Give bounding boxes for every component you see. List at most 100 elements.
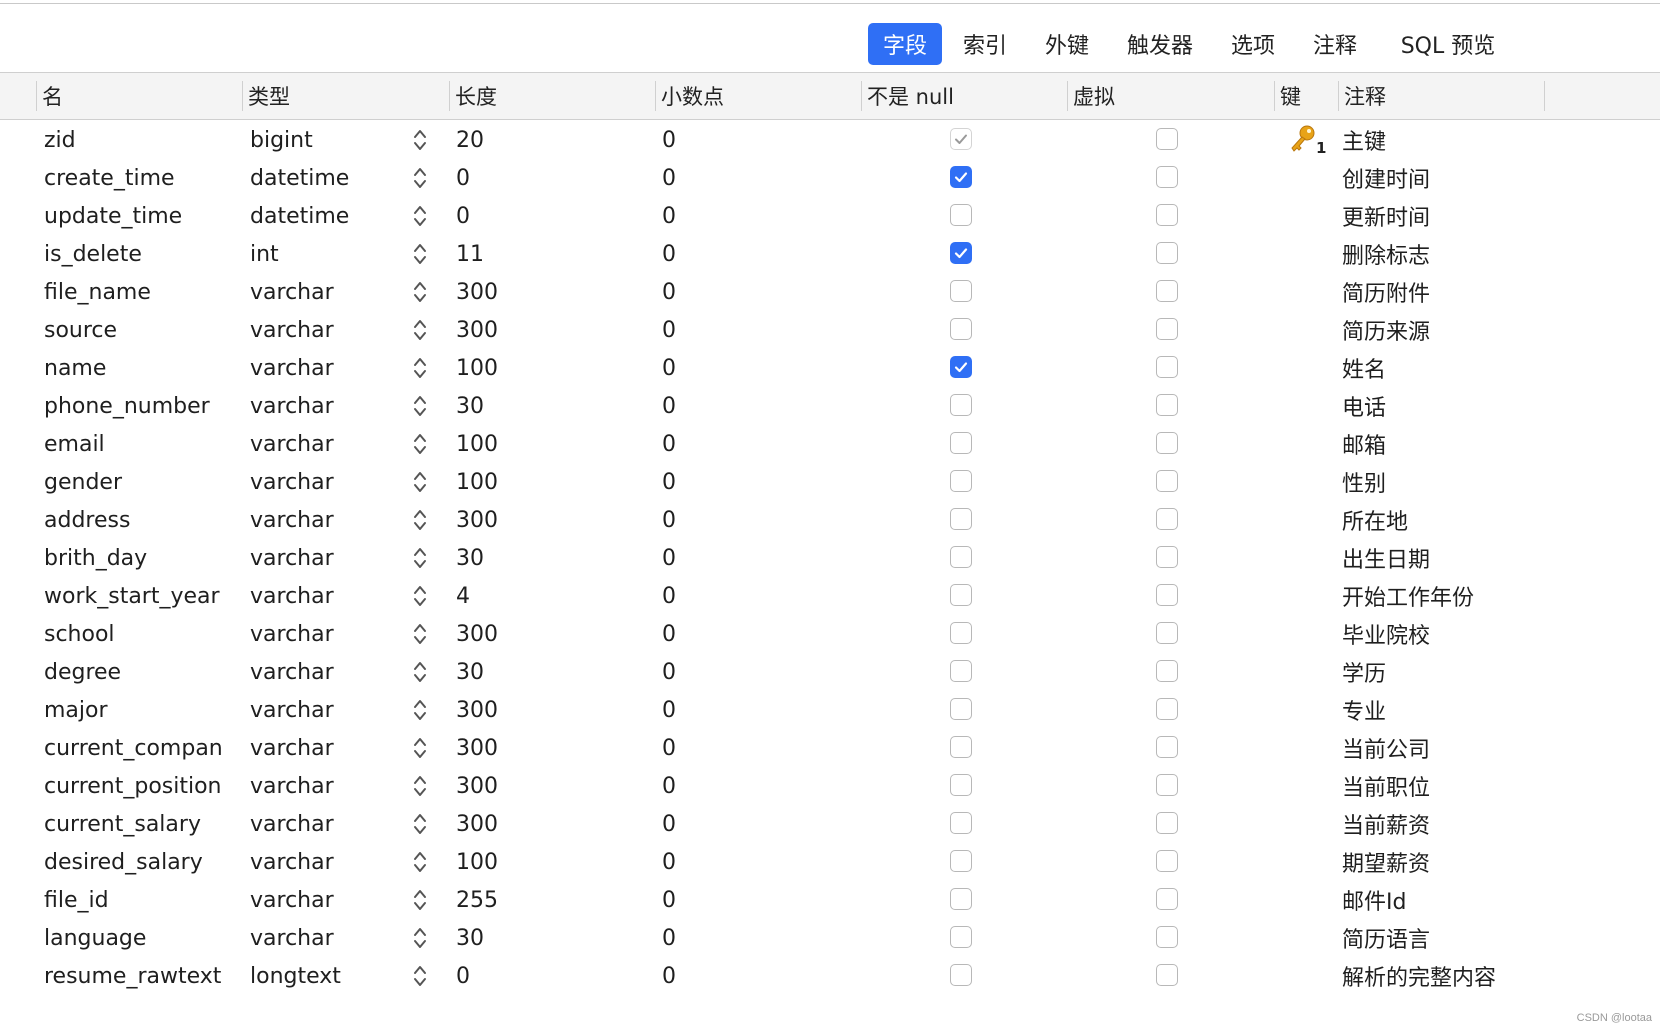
field-length-cell[interactable]: 300 <box>456 501 636 539</box>
field-decimals-cell[interactable]: 0 <box>662 729 842 767</box>
not-null-checkbox[interactable] <box>950 888 972 910</box>
type-stepper[interactable] <box>410 843 430 881</box>
field-name-cell[interactable]: source <box>44 311 234 349</box>
virtual-checkbox[interactable] <box>1156 736 1178 758</box>
virtual-checkbox[interactable] <box>1156 242 1178 264</box>
not-null-checkbox[interactable] <box>950 546 972 568</box>
field-name-cell[interactable]: zid <box>44 121 234 159</box>
field-type-cell[interactable]: varchar <box>250 311 400 349</box>
virtual-checkbox[interactable] <box>1156 470 1178 492</box>
virtual-checkbox[interactable] <box>1156 850 1178 872</box>
virtual-checkbox[interactable] <box>1156 584 1178 606</box>
not-null-checkbox[interactable] <box>950 926 972 948</box>
table-row[interactable]: is_delete int 11 0 删除标志 <box>0 235 1660 273</box>
field-comment-cell[interactable]: 期望薪资 <box>1342 843 1612 881</box>
field-decimals-cell[interactable]: 0 <box>662 425 842 463</box>
type-stepper[interactable] <box>410 159 430 197</box>
table-row[interactable]: degree varchar 30 0 学历 <box>0 653 1660 691</box>
field-type-cell[interactable]: varchar <box>250 805 400 843</box>
field-type-cell[interactable]: bigint <box>250 121 400 159</box>
type-stepper[interactable] <box>410 729 430 767</box>
field-length-cell[interactable]: 300 <box>456 311 636 349</box>
table-row[interactable]: phone_number varchar 30 0 电话 <box>0 387 1660 425</box>
table-row[interactable]: current_position varchar 300 0 当前职位 <box>0 767 1660 805</box>
field-name-cell[interactable]: current_position <box>44 767 234 805</box>
field-name-cell[interactable]: file_name <box>44 273 234 311</box>
field-length-cell[interactable]: 0 <box>456 197 636 235</box>
field-decimals-cell[interactable]: 0 <box>662 881 842 919</box>
field-decimals-cell[interactable]: 0 <box>662 159 842 197</box>
field-decimals-cell[interactable]: 0 <box>662 653 842 691</box>
table-row[interactable]: file_id varchar 255 0 邮件Id <box>0 881 1660 919</box>
field-comment-cell[interactable]: 创建时间 <box>1342 159 1612 197</box>
field-type-cell[interactable]: datetime <box>250 159 400 197</box>
tab-comment[interactable]: 注释 <box>1304 23 1366 65</box>
field-length-cell[interactable]: 300 <box>456 767 636 805</box>
field-comment-cell[interactable]: 解析的完整内容 <box>1342 957 1612 995</box>
table-row[interactable]: resume_rawtext longtext 0 0 解析的完整内容 <box>0 957 1660 995</box>
field-decimals-cell[interactable]: 0 <box>662 197 842 235</box>
field-name-cell[interactable]: school <box>44 615 234 653</box>
virtual-checkbox[interactable] <box>1156 318 1178 340</box>
type-stepper[interactable] <box>410 121 430 159</box>
field-name-cell[interactable]: current_compan <box>44 729 234 767</box>
type-stepper[interactable] <box>410 767 430 805</box>
field-type-cell[interactable]: varchar <box>250 577 400 615</box>
type-stepper[interactable] <box>410 311 430 349</box>
field-length-cell[interactable]: 30 <box>456 919 636 957</box>
type-stepper[interactable] <box>410 805 430 843</box>
field-comment-cell[interactable]: 出生日期 <box>1342 539 1612 577</box>
not-null-checkbox[interactable] <box>950 242 972 264</box>
field-type-cell[interactable]: varchar <box>250 919 400 957</box>
header-virtual[interactable]: 虚拟 <box>1068 73 1274 119</box>
field-type-cell[interactable]: varchar <box>250 729 400 767</box>
table-row[interactable]: brith_day varchar 30 0 出生日期 <box>0 539 1660 577</box>
not-null-checkbox[interactable] <box>950 660 972 682</box>
virtual-checkbox[interactable] <box>1156 356 1178 378</box>
field-type-cell[interactable]: varchar <box>250 463 400 501</box>
type-stepper[interactable] <box>410 235 430 273</box>
table-row[interactable]: major varchar 300 0 专业 <box>0 691 1660 729</box>
field-decimals-cell[interactable]: 0 <box>662 577 842 615</box>
virtual-checkbox[interactable] <box>1156 204 1178 226</box>
field-name-cell[interactable]: email <box>44 425 234 463</box>
not-null-checkbox[interactable] <box>950 812 972 834</box>
field-name-cell[interactable]: create_time <box>44 159 234 197</box>
field-comment-cell[interactable]: 更新时间 <box>1342 197 1612 235</box>
field-length-cell[interactable]: 255 <box>456 881 636 919</box>
table-row[interactable]: name varchar 100 0 姓名 <box>0 349 1660 387</box>
field-decimals-cell[interactable]: 0 <box>662 691 842 729</box>
field-length-cell[interactable]: 300 <box>456 729 636 767</box>
field-comment-cell[interactable]: 电话 <box>1342 387 1612 425</box>
tab-fields[interactable]: 字段 <box>868 23 942 65</box>
field-name-cell[interactable]: phone_number <box>44 387 234 425</box>
header-length[interactable]: 长度 <box>450 73 655 119</box>
field-comment-cell[interactable]: 所在地 <box>1342 501 1612 539</box>
field-name-cell[interactable]: update_time <box>44 197 234 235</box>
field-comment-cell[interactable]: 性别 <box>1342 463 1612 501</box>
field-decimals-cell[interactable]: 0 <box>662 615 842 653</box>
not-null-checkbox[interactable] <box>950 432 972 454</box>
not-null-checkbox[interactable] <box>950 850 972 872</box>
not-null-checkbox[interactable] <box>950 622 972 644</box>
field-type-cell[interactable]: varchar <box>250 881 400 919</box>
type-stepper[interactable] <box>410 197 430 235</box>
field-type-cell[interactable]: varchar <box>250 843 400 881</box>
table-row[interactable]: language varchar 30 0 简历语言 <box>0 919 1660 957</box>
type-stepper[interactable] <box>410 691 430 729</box>
not-null-checkbox[interactable] <box>950 280 972 302</box>
field-length-cell[interactable]: 30 <box>456 653 636 691</box>
field-comment-cell[interactable]: 邮箱 <box>1342 425 1612 463</box>
field-decimals-cell[interactable]: 0 <box>662 349 842 387</box>
table-row[interactable]: current_salary varchar 300 0 当前薪资 <box>0 805 1660 843</box>
table-row[interactable]: address varchar 300 0 所在地 <box>0 501 1660 539</box>
table-row[interactable]: desired_salary varchar 100 0 期望薪资 <box>0 843 1660 881</box>
type-stepper[interactable] <box>410 273 430 311</box>
field-decimals-cell[interactable]: 0 <box>662 311 842 349</box>
table-row[interactable]: update_time datetime 0 0 更新时间 <box>0 197 1660 235</box>
virtual-checkbox[interactable] <box>1156 280 1178 302</box>
field-type-cell[interactable]: datetime <box>250 197 400 235</box>
field-decimals-cell[interactable]: 0 <box>662 387 842 425</box>
field-length-cell[interactable]: 30 <box>456 539 636 577</box>
not-null-checkbox[interactable] <box>950 584 972 606</box>
